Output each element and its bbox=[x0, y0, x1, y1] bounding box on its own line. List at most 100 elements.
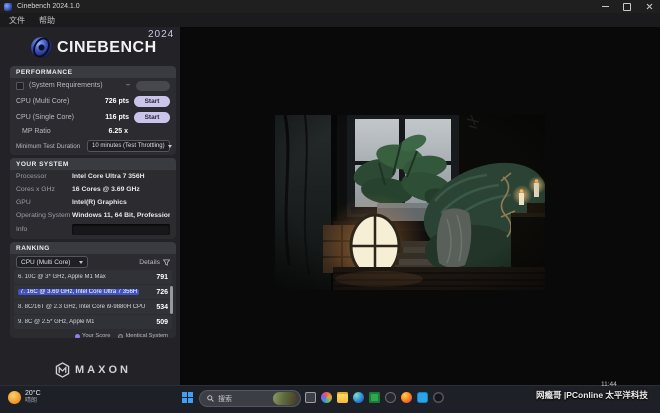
ranking-row-score: 726 bbox=[156, 288, 168, 296]
processor-value: Intel Core Ultra 7 356H bbox=[72, 173, 145, 180]
cpu-single-row: CPU (Single Core) 116 pts Start bbox=[10, 109, 176, 125]
ranking-row-text: 8. 8C/16T @ 2.3 GHz, Intel Core i9-9880H… bbox=[18, 304, 146, 310]
system-requirements-row: (System Requirements) – bbox=[10, 78, 176, 93]
dark-app-icon[interactable] bbox=[385, 392, 396, 403]
watermark-text: 网瘾哥 |PConline 太平洋科技 bbox=[536, 390, 648, 400]
ranking-controls: CPU (Multi Core) Details bbox=[10, 254, 176, 270]
brand-text: CINEBENCH bbox=[57, 39, 157, 56]
window-title: Cinebench 2024.1.0 bbox=[17, 3, 80, 10]
processor-label: Processor bbox=[16, 173, 47, 180]
cpu-multi-row: CPU (Multi Core) 726 pts Start bbox=[10, 93, 176, 109]
taskbar-icons bbox=[305, 392, 444, 403]
windows-logo-icon bbox=[188, 398, 193, 403]
details-control[interactable]: Details bbox=[139, 259, 170, 266]
ranking-row-score: 509 bbox=[156, 318, 168, 326]
test-duration-dropdown[interactable]: 10 minutes (Test Throttling) bbox=[87, 140, 172, 152]
menu-help[interactable]: 帮助 bbox=[39, 15, 55, 26]
ranking-row[interactable]: 9. 8C @ 2.5* GHz, Apple M1 509 bbox=[14, 315, 172, 329]
menu-bar: 文件 帮助 bbox=[0, 13, 660, 27]
ranking-section: RANKING CPU (Multi Core) Details 6. 10C … bbox=[10, 242, 176, 338]
windows-logo-icon bbox=[188, 392, 193, 397]
cores-label: Cores x GHz bbox=[16, 186, 55, 193]
ranking-row[interactable]: 8. 8C/16T @ 2.3 GHz, Intel Core i9-9880H… bbox=[14, 300, 172, 314]
system-requirements-checkbox[interactable] bbox=[16, 81, 24, 90]
your-system-section: YOUR SYSTEM Processor Intel Core Ultra 7… bbox=[10, 158, 176, 239]
os-row: Operating System Windows 11, 64 Bit, Pro… bbox=[10, 209, 176, 222]
start-button-windows[interactable] bbox=[182, 392, 193, 403]
file-explorer-icon[interactable] bbox=[337, 392, 348, 403]
performance-header: PERFORMANCE bbox=[10, 66, 176, 78]
cpu-single-start-button[interactable]: Start bbox=[134, 111, 170, 123]
cores-value: 16 Cores @ 3.69 GHz bbox=[72, 186, 140, 193]
edge-browser-icon[interactable] bbox=[353, 392, 364, 403]
minimize-button[interactable] bbox=[594, 0, 616, 13]
cinebench-sphere-icon bbox=[30, 36, 53, 59]
taskbar-search-input[interactable]: 搜索 bbox=[199, 390, 301, 407]
close-icon bbox=[646, 3, 652, 10]
system-requirements-disabled-pill bbox=[136, 80, 170, 91]
close-button[interactable] bbox=[638, 0, 660, 13]
os-value: Windows 11, 64 Bit, Professional Edit... bbox=[72, 212, 170, 219]
gpu-row: GPU Intel(R) Graphics bbox=[10, 196, 176, 209]
weather-widget[interactable]: 20°C 晴朗 bbox=[8, 390, 41, 405]
your-score-dot-icon bbox=[75, 333, 80, 338]
cores-row: Cores x GHz 16 Cores @ 3.69 GHz bbox=[10, 183, 176, 196]
cpu-multi-score: 726 pts bbox=[104, 97, 129, 105]
weather-temp: 20°C bbox=[25, 390, 41, 397]
cpu-multi-label: CPU (Multi Core) bbox=[16, 97, 70, 105]
menu-file[interactable]: 文件 bbox=[9, 15, 25, 26]
render-scene-svg bbox=[275, 114, 547, 297]
brand-year: 2024 bbox=[148, 29, 175, 40]
cinebench-taskbar-icon[interactable] bbox=[433, 392, 444, 403]
details-label: Details bbox=[139, 258, 160, 266]
green-app-icon[interactable] bbox=[369, 392, 380, 403]
maxon-logo: MAXON bbox=[55, 362, 131, 378]
ranking-filter-dropdown[interactable]: CPU (Multi Core) bbox=[16, 256, 88, 268]
sun-icon bbox=[8, 391, 21, 404]
cpu-single-label: CPU (Single Core) bbox=[16, 113, 74, 121]
performance-section: PERFORMANCE (System Requirements) – CPU … bbox=[10, 66, 176, 155]
mp-ratio-label: MP Ratio bbox=[22, 128, 51, 135]
info-input[interactable] bbox=[72, 224, 170, 235]
chevron-down-icon bbox=[79, 260, 83, 264]
test-duration-value: 10 minutes (Test Throttling) bbox=[92, 143, 165, 149]
ranking-row-text: 6. 10C @ 3* GHz, Apple M1 Max bbox=[18, 274, 106, 280]
maxon-hexagon-icon bbox=[55, 362, 70, 378]
cpu-single-score: 116 pts bbox=[105, 113, 129, 121]
ranking-scrollbar[interactable] bbox=[170, 286, 173, 314]
test-duration-label: Minimum Test Duration bbox=[16, 142, 81, 150]
photos-app-icon[interactable] bbox=[321, 392, 332, 403]
tray-clock[interactable]: 11:44 bbox=[601, 381, 617, 388]
system-requirements-value: – bbox=[126, 82, 130, 89]
ranking-row-text: 7. 16C @ 3.69 GHz, Intel Core Ultra 7 35… bbox=[18, 289, 140, 295]
your-system-header: YOUR SYSTEM bbox=[10, 158, 176, 170]
weather-desc: 晴朗 bbox=[25, 398, 38, 404]
firefox-browser-icon[interactable] bbox=[401, 392, 412, 403]
title-bar: Cinebench 2024.1.0 bbox=[0, 0, 660, 13]
gpu-value: Intel(R) Graphics bbox=[72, 199, 127, 206]
filter-icon bbox=[163, 258, 170, 266]
search-highlight-image[interactable] bbox=[273, 392, 297, 405]
render-scene-image bbox=[275, 114, 547, 297]
gpu-label: GPU bbox=[16, 199, 31, 206]
info-row: Info bbox=[10, 222, 176, 237]
ranking-legend: Your Score Identical System bbox=[10, 330, 176, 338]
ranking-row-score: 534 bbox=[156, 303, 168, 311]
mp-ratio-value: 6.25 x bbox=[108, 128, 128, 135]
maximize-button[interactable] bbox=[616, 0, 638, 13]
cinebench-app-icon bbox=[4, 2, 12, 11]
minimize-icon bbox=[601, 6, 609, 7]
ranking-header: RANKING bbox=[10, 242, 176, 254]
ranking-filter-value: CPU (Multi Core) bbox=[21, 258, 71, 266]
identical-system-dot-icon bbox=[118, 333, 124, 338]
your-score-label: Your Score bbox=[82, 333, 111, 338]
blue-chat-app-icon[interactable] bbox=[417, 392, 428, 403]
system-requirements-label: (System Requirements) bbox=[29, 82, 103, 89]
ranking-row[interactable]: 6. 10C @ 3* GHz, Apple M1 Max 791 bbox=[14, 270, 172, 284]
cpu-multi-start-button[interactable]: Start bbox=[134, 95, 170, 107]
maxon-wordmark: MAXON bbox=[75, 364, 131, 376]
windows-logo-icon bbox=[182, 398, 187, 403]
os-label: Operating System bbox=[16, 212, 71, 219]
task-view-icon[interactable] bbox=[305, 392, 316, 403]
ranking-row-your-score[interactable]: 7. 16C @ 3.69 GHz, Intel Core Ultra 7 35… bbox=[14, 285, 172, 299]
